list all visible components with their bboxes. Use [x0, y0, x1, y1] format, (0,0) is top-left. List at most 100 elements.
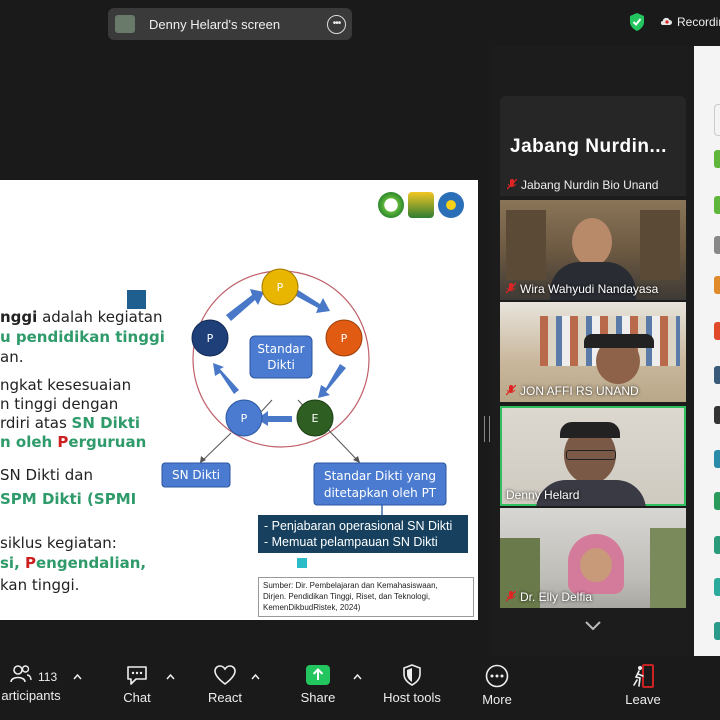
- source-citation: Sumber: Dir. Pembelajaran dan Kemahasisw…: [258, 577, 474, 617]
- more-label: More: [482, 692, 512, 707]
- slide-text-segment: n tinggi dengan: [0, 395, 119, 413]
- split-resize-handle[interactable]: [484, 416, 490, 442]
- participant-name: Wira Wahyudi Nandayasa: [520, 282, 659, 296]
- slide-text-line: ngkat kesesuaian: [0, 376, 131, 395]
- gallery-scroll-down-icon[interactable]: [584, 620, 602, 632]
- slide-text-segment: adalah kegiatan: [37, 308, 163, 326]
- slide-text-segment: SN Dikti dan: [0, 466, 93, 484]
- participant-name-tag: Dr. Elly Delfia: [506, 590, 592, 604]
- recording-label[interactable]: Recordin: [677, 15, 720, 29]
- slide-text-segment: ngkat kesesuaian: [0, 376, 132, 394]
- leave-label: Leave: [625, 692, 661, 707]
- center-label-1: Standar: [257, 342, 304, 356]
- host-tools-button[interactable]: Host tools: [378, 664, 446, 705]
- meeting-toolbar: articipants 113 Chat React Share Host to…: [0, 656, 720, 720]
- participant-gallery: Jabang Nurdin... Jabang Nurdin Bio Unand…: [500, 96, 686, 616]
- participant-video-tile[interactable]: JON AFFI RS UNAND: [500, 302, 686, 402]
- participant-name-tag: Jabang Nurdin Bio Unand: [507, 178, 658, 192]
- more-options-icon[interactable]: •••: [327, 15, 346, 34]
- slide-text-line: u pendidikan tinggi: [0, 328, 165, 347]
- slide-text-line: rdiri atas SN Dikti: [0, 414, 140, 433]
- screen-share-indicator[interactable]: Denny Helard's screen •••: [108, 8, 352, 40]
- leave-button[interactable]: Leave: [618, 664, 668, 707]
- participant-name: JON AFFI RS UNAND: [520, 384, 639, 398]
- more-button[interactable]: More: [472, 664, 522, 707]
- cycle-arrow: [296, 290, 330, 313]
- plant: [650, 528, 686, 608]
- cloud-recording-icon: [660, 17, 672, 26]
- side-panel-chip: [714, 150, 720, 168]
- slide-text-segment: rdiri atas: [0, 414, 72, 432]
- participant-video-tile[interactable]: Dr. Elly Delfia: [500, 508, 686, 608]
- presentation-slide: nggi adalah kegiatan u pendidikan tinggi a…: [0, 180, 478, 620]
- screen-share-label: Denny Helard's screen: [149, 16, 281, 32]
- source-line: Dirjen. Pendidikan Tinggi, Riset, dan Te…: [263, 592, 431, 601]
- presenter-avatar: [115, 15, 135, 33]
- side-panel-chip: [714, 622, 720, 640]
- security-shield-icon[interactable]: [628, 12, 646, 32]
- bookshelf: [506, 210, 546, 280]
- operational-note-2: - Memuat pelampauan SN Dikti: [264, 535, 438, 549]
- pt-standard-label-2: ditetapkan oleh PT: [324, 486, 437, 500]
- participant-hair: [584, 334, 654, 348]
- slide-text-line: kan tinggi.: [0, 576, 79, 595]
- chat-button[interactable]: Chat: [110, 664, 164, 705]
- slide-text-segment: nggi: [0, 308, 38, 326]
- participants-options-caret-icon[interactable]: [73, 674, 82, 680]
- slide-text-segment: engendalian,: [36, 554, 147, 572]
- slide-text-segment: SPM Dikti (SPMI: [0, 490, 137, 508]
- side-panel-chip: [714, 492, 720, 510]
- slide-text-segment: P: [57, 433, 69, 451]
- react-options-caret-icon[interactable]: [251, 674, 260, 680]
- participant-tile-name-only[interactable]: Jabang Nurdin... Jabang Nurdin Bio Unand: [500, 96, 686, 196]
- side-panel-chip: [714, 578, 720, 596]
- cycle-arrow: [318, 364, 346, 398]
- slide-text-segment: SN Dikti: [71, 414, 141, 432]
- shared-screen-area: nggi adalah kegiatan u pendidikan tinggi a…: [0, 46, 492, 656]
- slide-text-segment: an.: [0, 348, 24, 366]
- shield-lock-icon: [403, 664, 421, 686]
- mic-muted-icon: [506, 591, 516, 602]
- mic-muted-icon: [506, 283, 516, 294]
- side-panel-edge[interactable]: [694, 46, 720, 656]
- host-tools-label: Host tools: [383, 690, 441, 705]
- side-panel-chip: [714, 196, 720, 214]
- node-label: P: [341, 332, 348, 345]
- chat-options-caret-icon[interactable]: [166, 674, 175, 680]
- participant-video-tile[interactable]: Wira Wahyudi Nandayasa: [500, 200, 686, 300]
- slide-text-line: si, Pengendalian,: [0, 554, 146, 573]
- share-button[interactable]: Share: [290, 664, 346, 705]
- participant-video-tile-active-speaker[interactable]: Denny Helard: [500, 406, 686, 506]
- source-line: Sumber: Dir. Pembelajaran dan Kemahasisw…: [263, 581, 438, 590]
- slide-text-line: nggi adalah kegiatan: [0, 308, 162, 327]
- side-panel-control[interactable]: [714, 104, 720, 136]
- share-screen-icon: [306, 665, 330, 685]
- pt-standard-label-1: Standar Dikti yang: [324, 469, 436, 483]
- share-options-caret-icon[interactable]: [353, 674, 362, 680]
- center-label-2: Dikti: [267, 358, 295, 372]
- slide-text-segment: erguruan: [68, 433, 147, 451]
- node-label: P: [241, 412, 248, 425]
- side-panel-chip: [714, 536, 720, 554]
- react-button[interactable]: React: [198, 664, 252, 705]
- side-panel-chip: [714, 450, 720, 468]
- mic-muted-icon: [507, 179, 517, 190]
- participant-name: Dr. Elly Delfia: [520, 590, 593, 604]
- operational-note-1: - Penjabaran operasional SN Dikti: [264, 519, 453, 533]
- slide-teal-marker: [297, 558, 307, 568]
- participant-display-name: Jabang Nurdin...: [510, 136, 667, 157]
- cycle-arrow: [226, 289, 264, 321]
- lpm-logo-icon: [378, 192, 404, 218]
- slide-text-segment: P: [25, 554, 36, 572]
- sn-dikti-label: SN Dikti: [172, 468, 220, 482]
- slide-text-line: n tinggi dengan: [0, 395, 118, 414]
- unand-logo-icon: [408, 192, 434, 218]
- kemdikbud-logo-icon: [438, 192, 464, 218]
- slide-logos: [378, 192, 464, 218]
- side-panel-chip: [714, 366, 720, 384]
- slide-text-segment: u pendidikan tinggi: [0, 328, 165, 346]
- slide-text-segment: n oleh: [0, 433, 58, 451]
- slide-text-segment: kan tinggi.: [0, 576, 80, 594]
- share-label: Share: [300, 690, 336, 705]
- leave-icon: [633, 664, 654, 688]
